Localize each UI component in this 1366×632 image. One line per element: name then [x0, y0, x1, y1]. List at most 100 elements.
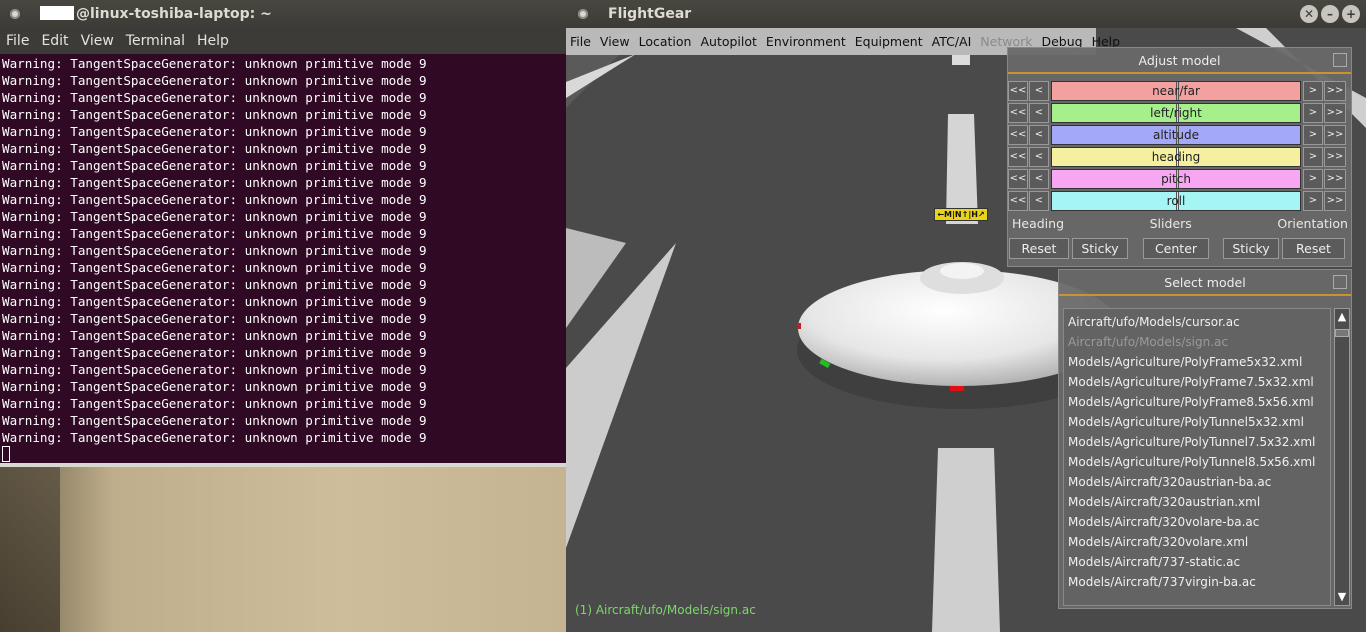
near-far-forward-button[interactable]: >: [1303, 81, 1323, 101]
list-item[interactable]: Models/Agriculture/PolyFrame5x32.xml: [1064, 352, 1330, 372]
menu-equipment[interactable]: Equipment: [855, 34, 923, 49]
list-item[interactable]: Models/Agriculture/PolyFrame7.5x32.xml: [1064, 372, 1330, 392]
roll-fast-forward-button[interactable]: >>: [1324, 191, 1346, 211]
near-far-slider[interactable]: near/far: [1051, 81, 1301, 101]
redacted-username: [40, 6, 74, 20]
list-item[interactable]: Models/Agriculture/PolyTunnel7.5x32.xml: [1064, 432, 1330, 452]
altitude-slider[interactable]: altitude: [1051, 125, 1301, 145]
slider-row-left-right: << < > >> left/right: [1008, 103, 1353, 123]
orientation-label: Orientation: [1277, 216, 1348, 231]
heading-fast-back-button[interactable]: <<: [1008, 147, 1028, 167]
list-item[interactable]: Models/Agriculture/PolyTunnel5x32.xml: [1064, 412, 1330, 432]
select-model-title[interactable]: Select model: [1059, 270, 1351, 296]
near-far-fast-forward-button[interactable]: >>: [1324, 81, 1346, 101]
maximize-button[interactable]: +: [1342, 5, 1360, 23]
pitch-forward-button[interactable]: >: [1303, 169, 1323, 189]
orientation-reset-button[interactable]: Reset: [1282, 238, 1345, 259]
slider-label: near/far: [1152, 84, 1200, 98]
menu-help[interactable]: Help: [197, 33, 229, 49]
model-list[interactable]: Aircraft/ufo/Models/cursor.ac Aircraft/uf…: [1063, 308, 1331, 606]
pitch-fast-back-button[interactable]: <<: [1008, 169, 1028, 189]
flightgear-window: FlightGear ✕ – + ←M|N↑|H↗ File View Loca…: [566, 0, 1366, 632]
slider-label: roll: [1166, 194, 1186, 208]
list-item[interactable]: Models/Aircraft/320volare-ba.ac: [1064, 512, 1330, 532]
list-item[interactable]: Models/Aircraft/320volare.xml: [1064, 532, 1330, 552]
heading-fast-forward-button[interactable]: >>: [1324, 147, 1346, 167]
altitude-back-button[interactable]: <: [1029, 125, 1049, 145]
menu-environment[interactable]: Environment: [766, 34, 846, 49]
menu-file[interactable]: File: [6, 33, 29, 49]
menu-view[interactable]: View: [81, 33, 114, 49]
left-right-fast-forward-button[interactable]: >>: [1324, 103, 1346, 123]
list-item[interactable]: Models/Aircraft/320austrian-ba.ac: [1064, 472, 1330, 492]
centerline-1: [952, 55, 970, 65]
left-right-slider[interactable]: left/right: [1051, 103, 1301, 123]
heading-reset-button[interactable]: Reset: [1009, 238, 1069, 259]
heading-forward-button[interactable]: >: [1303, 147, 1323, 167]
orientation-sticky-button[interactable]: Sticky: [1223, 238, 1279, 259]
altitude-fast-back-button[interactable]: <<: [1008, 125, 1028, 145]
terminal-line: Warning: TangentSpaceGenerator: unknown …: [2, 328, 427, 343]
model-list-scrollbar[interactable]: ▲ ▼: [1334, 308, 1350, 606]
list-item[interactable]: Models/Aircraft/737virgin-ba.ac: [1064, 572, 1330, 592]
menu-atc-ai[interactable]: ATC/AI: [932, 34, 972, 49]
heading-back-button[interactable]: <: [1029, 147, 1049, 167]
near-far-fast-back-button[interactable]: <<: [1008, 81, 1028, 101]
terminal-title-text: @linux-toshiba-laptop: ~: [76, 6, 272, 22]
centerline-3: [932, 448, 1000, 632]
menu-file[interactable]: File: [570, 34, 591, 49]
terminal-output[interactable]: Warning: TangentSpaceGenerator: unknown …: [0, 54, 566, 466]
terminal-line: Warning: TangentSpaceGenerator: unknown …: [2, 277, 427, 292]
slider-row-heading: << < > >> heading: [1008, 147, 1353, 167]
minimize-button[interactable]: –: [1321, 5, 1339, 23]
adjust-model-close-button[interactable]: [1333, 53, 1347, 67]
altitude-forward-button[interactable]: >: [1303, 125, 1323, 145]
list-item[interactable]: Models/Aircraft/737-static.ac: [1064, 552, 1330, 572]
roll-slider[interactable]: roll: [1051, 191, 1301, 211]
menu-view[interactable]: View: [600, 34, 630, 49]
heading-label: Heading: [1012, 216, 1065, 231]
select-model-dialog: Select model Aircraft/ufo/Models/cursor.…: [1058, 269, 1352, 609]
menu-edit[interactable]: Edit: [41, 33, 68, 49]
select-model-close-button[interactable]: [1333, 275, 1347, 289]
window-menu-icon[interactable]: [578, 9, 588, 19]
terminal-line: Warning: TangentSpaceGenerator: unknown …: [2, 90, 427, 105]
list-item[interactable]: Aircraft/ufo/Models/cursor.ac: [1064, 312, 1330, 332]
heading-sticky-button[interactable]: Sticky: [1072, 238, 1128, 259]
desktop-shadow: [0, 465, 60, 632]
roll-back-button[interactable]: <: [1029, 191, 1049, 211]
list-item[interactable]: Models/Aircraft/320austrian.xml: [1064, 492, 1330, 512]
pitch-back-button[interactable]: <: [1029, 169, 1049, 189]
heading-slider[interactable]: heading: [1051, 147, 1301, 167]
terminal-title: @linux-toshiba-laptop: ~: [40, 6, 272, 22]
roll-forward-button[interactable]: >: [1303, 191, 1323, 211]
pitch-slider[interactable]: pitch: [1051, 169, 1301, 189]
near-far-back-button[interactable]: <: [1029, 81, 1049, 101]
list-item[interactable]: Models/Agriculture/PolyTunnel8.5x56.xml: [1064, 452, 1330, 472]
left-right-fast-back-button[interactable]: <<: [1008, 103, 1028, 123]
list-item[interactable]: Aircraft/ufo/Models/sign.ac: [1064, 332, 1330, 352]
scroll-down-arrow-icon[interactable]: ▼: [1335, 590, 1349, 604]
terminal-titlebar[interactable]: @linux-toshiba-laptop: ~: [0, 0, 566, 28]
menu-terminal[interactable]: Terminal: [126, 33, 185, 49]
sliders-center-button[interactable]: Center: [1143, 238, 1209, 259]
sliders-label: Sliders: [1149, 216, 1192, 231]
roll-fast-back-button[interactable]: <<: [1008, 191, 1028, 211]
pitch-fast-forward-button[interactable]: >>: [1324, 169, 1346, 189]
scrollbar-thumb[interactable]: [1335, 329, 1349, 337]
window-menu-icon[interactable]: [10, 9, 20, 19]
terminal-line: Warning: TangentSpaceGenerator: unknown …: [2, 379, 427, 394]
altitude-fast-forward-button[interactable]: >>: [1324, 125, 1346, 145]
left-right-forward-button[interactable]: >: [1303, 103, 1323, 123]
adjust-section-labels: Heading Sliders Orientation: [1012, 216, 1348, 231]
flightgear-titlebar[interactable]: FlightGear ✕ – +: [566, 0, 1366, 28]
scroll-up-arrow-icon[interactable]: ▲: [1335, 310, 1349, 324]
menu-autopilot[interactable]: Autopilot: [700, 34, 756, 49]
adjust-model-title[interactable]: Adjust model: [1008, 48, 1351, 74]
runway-sign: ←M|N↑|H↗: [934, 208, 988, 221]
list-item[interactable]: Models/Agriculture/PolyFrame8.5x56.xml: [1064, 392, 1330, 412]
ufo-dome-top: [940, 263, 984, 279]
close-button[interactable]: ✕: [1300, 5, 1318, 23]
left-right-back-button[interactable]: <: [1029, 103, 1049, 123]
menu-location[interactable]: Location: [639, 34, 692, 49]
